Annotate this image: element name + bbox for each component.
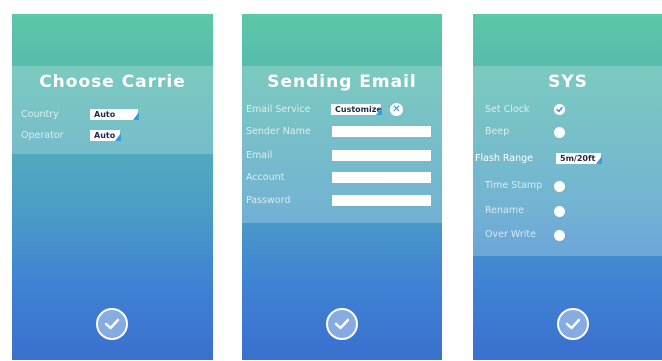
rename-toggle[interactable]: [554, 206, 565, 217]
account-label: Account: [246, 172, 285, 183]
check-icon: [556, 106, 563, 113]
sys-settings-screen: SYS Set Clock Beep Flash Range 5m/20ft T…: [473, 14, 662, 360]
confirm-button[interactable]: [557, 308, 589, 340]
time-stamp-label: Time Stamp: [485, 180, 543, 191]
email-label: Email: [246, 150, 273, 161]
account-input[interactable]: [332, 172, 431, 183]
sending-email-screen: Sending Email Email Service Customize ✕ …: [242, 14, 442, 360]
choose-carrier-screen: Choose Carrie Country Auto Operator Auto: [12, 14, 213, 360]
confirm-button[interactable]: [96, 308, 128, 340]
over-write-label: Over Write: [485, 229, 536, 240]
email-settings-panel: Sending Email Email Service Customize ✕ …: [242, 66, 442, 223]
operator-label: Operator: [21, 130, 64, 141]
set-clock-toggle[interactable]: [554, 104, 565, 115]
email-input[interactable]: [332, 150, 431, 161]
check-icon: [334, 318, 350, 330]
email-service-select[interactable]: Customize: [331, 104, 382, 115]
email-service-label: Email Service: [246, 104, 311, 115]
country-label: Country: [21, 109, 59, 120]
password-label: Password: [246, 195, 291, 206]
set-clock-label: Set Clock: [485, 104, 530, 115]
check-icon: [104, 318, 120, 330]
operator-select[interactable]: Auto: [90, 130, 121, 141]
page-title: Sending Email: [267, 72, 417, 92]
beep-label: Beep: [485, 126, 510, 137]
sys-settings-panel: SYS Set Clock Beep Flash Range 5m/20ft T…: [473, 66, 662, 256]
page-title: Choose Carrie: [39, 72, 186, 92]
confirm-button[interactable]: [326, 308, 358, 340]
carrier-settings-panel: Choose Carrie Country Auto Operator Auto: [12, 66, 213, 154]
flash-range-select[interactable]: 5m/20ft: [556, 153, 602, 164]
close-icon[interactable]: ✕: [390, 103, 403, 116]
rename-label: Rename: [485, 205, 524, 216]
time-stamp-toggle[interactable]: [554, 181, 565, 192]
page-title: SYS: [548, 72, 588, 92]
beep-toggle[interactable]: [554, 127, 565, 138]
password-input[interactable]: [332, 195, 431, 206]
country-select[interactable]: Auto: [90, 109, 139, 120]
flash-range-label: Flash Range: [475, 153, 534, 164]
sender-name-label: Sender Name: [246, 126, 311, 137]
over-write-toggle[interactable]: [554, 230, 565, 241]
check-icon: [565, 318, 581, 330]
sender-name-input[interactable]: [332, 126, 431, 137]
